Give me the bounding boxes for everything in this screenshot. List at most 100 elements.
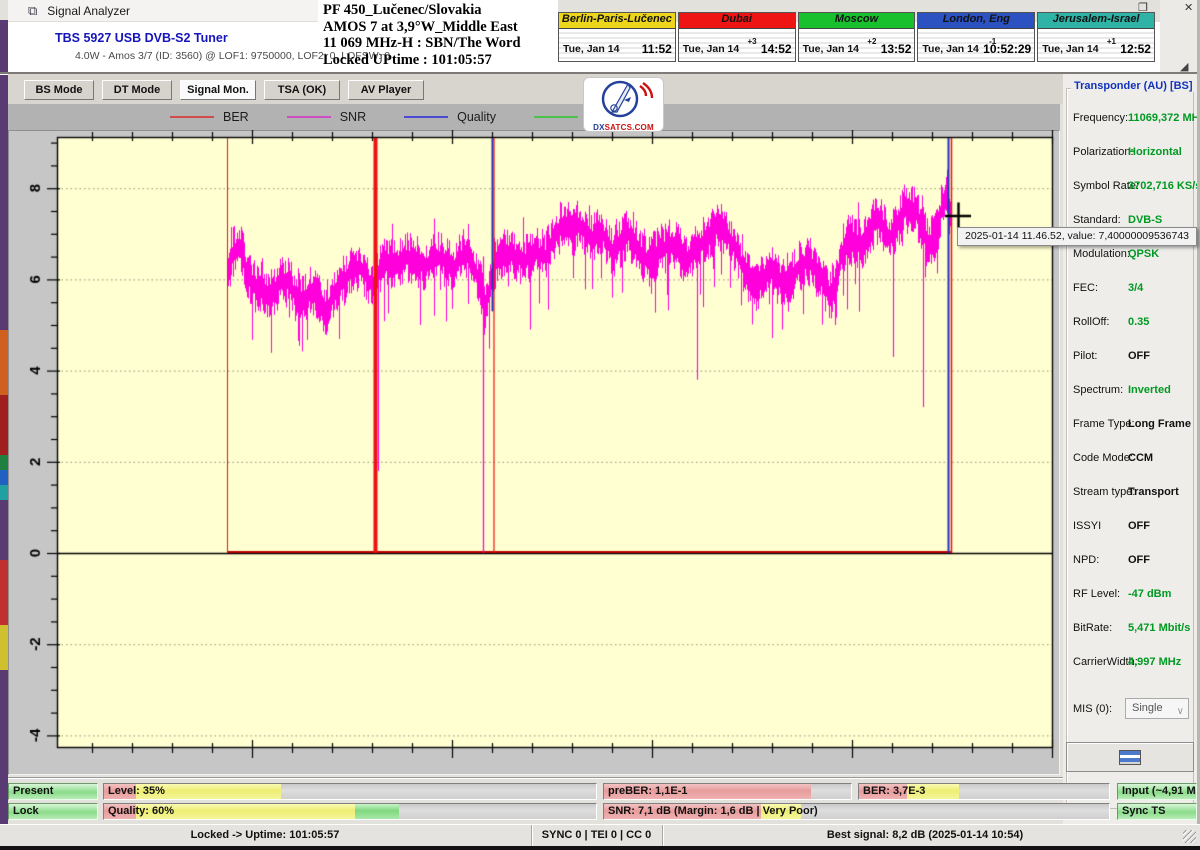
tuner-name: TBS 5927 USB DVB-S2 Tuner [55,31,228,45]
tp-label-8: Spectrum: [1073,384,1123,396]
clock-body: Tue, Jan 14 +1 12:52 [1038,29,1154,61]
tp-label-1: Polarization: [1073,146,1134,158]
tp-value-5: 3/4 [1128,282,1143,294]
status-uptime: Locked -> Uptime: 101:05:57 [0,825,530,847]
clock-date: Tue, Jan 14 [563,43,619,55]
lock-label: Lock [13,805,39,817]
tp-label-12: ISSYI [1073,520,1101,532]
tp-label-6: RollOff: [1073,316,1109,328]
level-indicator: Level: 35% [103,783,597,800]
lock-indicator: Lock [8,803,98,820]
tp-value-11: Transport [1128,486,1179,498]
chart-tooltip: 2025-01-14 11.46.52, value: 7,4000000953… [957,227,1197,246]
clock-london-eng: London, Eng Tue, Jan 14 -1 10:52:29 [917,12,1035,62]
mis-select[interactable]: Single ∨ [1125,698,1189,719]
tp-label-10: Code Mode: [1073,452,1133,464]
clock-time: 14:52 [761,42,792,56]
tp-value-12: OFF [1128,520,1150,532]
transponder-title: Transponder (AU) [BS] [1071,80,1196,92]
legend-label: Quality [457,110,496,124]
resize-grip[interactable] [1183,830,1196,843]
tab-tsa-ok-[interactable]: TSA (OK) [264,80,340,100]
clock-jerusalem-israel: Jerusalem-Israel Tue, Jan 14 +1 12:52 [1037,12,1155,62]
quality-label: Quality: 60% [108,805,174,817]
status-best-signal: Best signal: 8,2 dB (2025-01-14 10:54) [662,825,1187,847]
window-title: Signal Analyzer [47,4,130,18]
clock-resize-grip[interactable]: ◢ [1180,60,1188,73]
legend-swatch [170,116,214,118]
legend-label: BER [223,110,249,124]
dxsatcs-logo: DXSATCS.COM [583,77,664,132]
tp-label-13: NPD: [1073,554,1099,566]
close-window-icon[interactable]: ✕ [1184,1,1193,14]
clock-body: Tue, Jan 14 +3 14:52 [679,29,795,61]
capture-icon [1119,750,1141,765]
legend-label: SNR [340,110,366,124]
tp-value-15: 5,471 Mbit/s [1128,622,1190,634]
clock-dubai: Dubai Tue, Jan 14 +3 14:52 [678,12,796,62]
present-indicator: Present [8,783,98,800]
annotation-line: AMOS 7 at 3,9°W_Middle East [323,19,558,36]
tp-label-4: Modulation: [1073,248,1130,260]
annotation-line: Locked UPtime : 101:05:57 [323,52,558,69]
background-window-strip [0,20,8,846]
tp-value-6: 0.35 [1128,316,1149,328]
clock-city: Jerusalem-Israel [1038,13,1154,29]
tab-bs-mode[interactable]: BS Mode [24,80,94,100]
tp-value-13: OFF [1128,554,1150,566]
legend-swatch [404,116,448,118]
tp-value-8: Inverted [1128,384,1171,396]
clock-moscow: Moscow Tue, Jan 14 +2 13:52 [798,12,916,62]
mis-label: MIS (0): [1073,703,1112,715]
tp-label-14: RF Level: [1073,588,1120,600]
tab-av-player[interactable]: AV Player [348,80,424,100]
tp-label-0: Frequency: [1073,112,1128,124]
ber-indicator: BER: 3,7E-3 [858,783,1110,800]
annotation-line: PF 450_Lučenec/Slovakia [323,2,558,19]
chart-bottom-separator [8,777,1198,779]
preber-indicator: preBER: 1,1E-1 [603,783,852,800]
clock-body: Tue, Jan 14 -1 10:52:29 [918,29,1034,61]
snr-indicator: SNR: 7,1 dB (Margin: 1,6 dB | Very Poor) [603,803,1110,820]
clock-time: 10:52:29 [983,42,1031,56]
clock-time: 12:52 [1120,42,1151,56]
chevron-down-icon: ∨ [1177,702,1184,721]
tp-value-4: QPSK [1128,248,1159,260]
tp-label-5: FEC: [1073,282,1098,294]
clock-body: Tue, Jan 14 11:52 [559,29,675,61]
signal-trend-chart[interactable] [8,130,1060,775]
clock-utc-offset: +2 [867,37,876,46]
tp-value-3: DVB-S [1128,214,1162,226]
clock-date: Tue, Jan 14 [683,43,739,55]
status-sync: SYNC 0 | TEI 0 | CC 0 [531,825,661,847]
preber-label: preBER: 1,1E-1 [608,785,687,797]
clock-utc-offset: +3 [747,37,756,46]
tab-signal-mon-[interactable]: Signal Mon. [180,80,256,100]
input-indicator: Input (~4,91 Mbps) [1117,783,1197,800]
quality-indicator: Quality: 60% [103,803,597,820]
tp-label-7: Pilot: [1073,350,1097,362]
legend-swatch [534,116,578,118]
tab-strip: BS Mode DT Mode Signal Mon. TSA (OK) AV Play… [8,74,1063,104]
clock-date: Tue, Jan 14 [1042,43,1098,55]
clock-date: Tue, Jan 14 [922,43,978,55]
tp-value-0: 11069,372 MHz [1128,112,1200,124]
clock-utc-offset: +1 [1107,37,1116,46]
clock-city: Moscow [799,13,915,29]
tp-value-1: Horizontal [1128,146,1182,158]
tab-dt-mode[interactable]: DT Mode [102,80,172,100]
syncts-indicator: Sync TS [1117,803,1197,820]
clock-time: 11:52 [642,42,672,56]
clock-city: London, Eng [918,13,1034,29]
clock-body: Tue, Jan 14 +2 13:52 [799,29,915,61]
dxsatcs-logo-graphic [584,78,663,120]
tp-value-7: OFF [1128,350,1150,362]
tp-label-9: Frame Type: [1073,418,1135,430]
annotation-line: 11 069 MHz-H : SBN/The Word [323,35,558,52]
capture-button[interactable] [1066,742,1194,772]
snr-label: SNR: 7,1 dB (Margin: 1,6 dB | Very Poor) [608,805,818,817]
clock-city: Berlin-Paris-Lučenec [559,13,675,29]
legend-item-ber: BER [170,110,249,124]
clock-date: Tue, Jan 14 [803,43,859,55]
transponder-panel: Transponder (AU) [BS] Frequency:11069,37… [1063,74,1197,846]
